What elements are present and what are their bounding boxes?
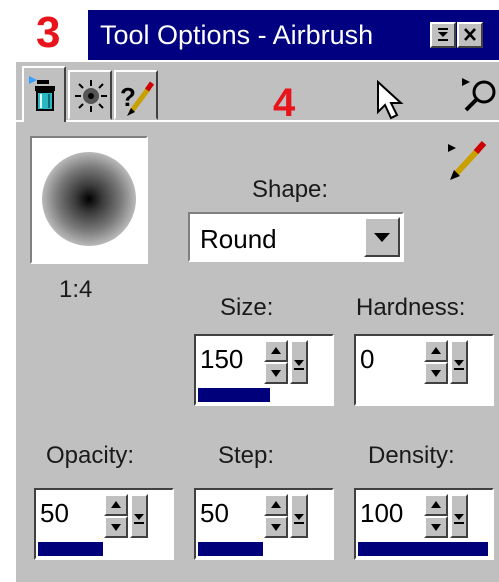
density-spinner	[424, 494, 448, 538]
arrow-down-icon	[111, 524, 121, 531]
opacity-level-fill	[38, 542, 103, 556]
step-level-fill	[198, 542, 263, 556]
hardness-increment-button[interactable]	[424, 340, 448, 362]
size-level-fill	[198, 388, 270, 402]
opacity-value[interactable]: 50	[40, 498, 69, 528]
hardness-slider-button[interactable]	[450, 340, 468, 384]
arrow-down-icon	[271, 370, 281, 377]
opacity-slider-button[interactable]	[130, 494, 148, 538]
tool-options-panel: ? 1:4 Shape: Round Size: Hardness: Opaci…	[14, 60, 499, 582]
shape-label: Shape:	[252, 176, 329, 203]
close-button[interactable]	[457, 22, 483, 48]
paintbrush-icon[interactable]	[446, 138, 490, 182]
shape-select[interactable]: Round	[188, 212, 404, 262]
step-label: Step:	[218, 442, 275, 469]
callout-number-3: 3	[36, 8, 61, 57]
step-field[interactable]: 50	[194, 488, 334, 560]
opacity-label: Opacity:	[46, 442, 135, 469]
slider-popup-icon	[294, 514, 304, 524]
step-increment-button[interactable]	[264, 494, 288, 516]
mouse-pointer-icon	[377, 80, 404, 120]
opacity-increment-button[interactable]	[104, 494, 128, 516]
step-level-bar[interactable]	[198, 542, 328, 556]
brush-preview-image	[42, 152, 136, 246]
size-field[interactable]: 150	[194, 334, 334, 406]
window-title-bar[interactable]: Tool Options - Airbrush	[88, 10, 499, 60]
tab-airbrush[interactable]	[22, 66, 66, 122]
size-level-bar[interactable]	[198, 388, 328, 402]
arrow-up-icon	[431, 501, 441, 508]
arrow-up-icon	[111, 501, 121, 508]
size-value[interactable]: 150	[200, 344, 243, 374]
rollup-button[interactable]	[430, 22, 456, 48]
shape-value: Round	[200, 224, 277, 254]
slider-popup-icon	[454, 514, 464, 524]
preview-ratio: 1:4	[59, 276, 93, 303]
window-title: Tool Options - Airbrush	[100, 20, 374, 50]
arrow-up-icon	[431, 347, 441, 354]
density-level-bar[interactable]	[358, 542, 488, 556]
tab-brush-tip[interactable]	[68, 70, 112, 120]
brush-preview	[30, 136, 148, 264]
hardness-decrement-button[interactable]	[424, 362, 448, 384]
density-label: Density:	[368, 442, 455, 469]
zoom-tool-icon[interactable]	[456, 72, 499, 116]
step-decrement-button[interactable]	[264, 516, 288, 538]
size-spinner	[264, 340, 288, 384]
shape-dropdown-button[interactable]	[364, 217, 400, 257]
arrow-up-icon	[271, 501, 281, 508]
opacity-spinner	[104, 494, 128, 538]
airbrush-tool-icon	[29, 76, 55, 111]
hardness-label: Hardness:	[356, 294, 466, 321]
density-increment-button[interactable]	[424, 494, 448, 516]
rollup-icon	[438, 28, 448, 41]
size-label: Size:	[220, 294, 274, 321]
arrow-down-icon	[431, 370, 441, 377]
tab-help-brush[interactable]: ?	[114, 70, 158, 120]
step-value[interactable]: 50	[200, 498, 229, 528]
slider-popup-icon	[294, 360, 304, 370]
size-decrement-button[interactable]	[264, 362, 288, 384]
density-value[interactable]: 100	[360, 498, 403, 528]
step-slider-button[interactable]	[290, 494, 308, 538]
hardness-field[interactable]: 0	[354, 334, 494, 406]
hardness-value[interactable]: 0	[360, 344, 374, 374]
chevron-down-icon	[374, 233, 390, 242]
density-level-fill	[358, 542, 488, 556]
brush-tip-icon	[75, 80, 107, 112]
arrow-down-icon	[271, 524, 281, 531]
size-slider-button[interactable]	[290, 340, 308, 384]
size-increment-button[interactable]	[264, 340, 288, 362]
density-slider-button[interactable]	[450, 494, 468, 538]
callout-number-4: 4	[273, 81, 296, 125]
tab-strip: ?	[16, 64, 499, 122]
help-brush-icon: ?	[120, 81, 155, 116]
arrow-up-icon	[271, 347, 281, 354]
hardness-level-bar[interactable]	[358, 388, 488, 402]
arrow-down-icon	[431, 524, 441, 531]
opacity-decrement-button[interactable]	[104, 516, 128, 538]
hardness-spinner	[424, 340, 448, 384]
step-spinner	[264, 494, 288, 538]
slider-popup-icon	[454, 360, 464, 370]
density-decrement-button[interactable]	[424, 516, 448, 538]
opacity-field[interactable]: 50	[34, 488, 174, 560]
slider-popup-icon	[134, 514, 144, 524]
opacity-level-bar[interactable]	[38, 542, 168, 556]
density-field[interactable]: 100	[354, 488, 494, 560]
close-icon	[464, 28, 476, 41]
